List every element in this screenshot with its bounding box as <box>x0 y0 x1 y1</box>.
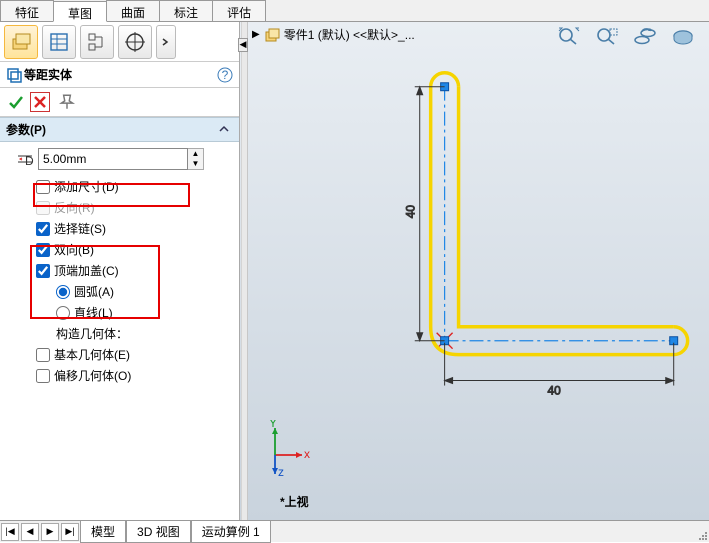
pm-confirm-row <box>0 88 239 117</box>
cancel-button[interactable] <box>30 92 50 112</box>
feature-manager-tab[interactable] <box>4 25 38 59</box>
pm-title-bar: 等距实体 ? <box>0 62 239 88</box>
pm-title: 等距实体 <box>24 66 213 83</box>
tab-scroll-next[interactable]: ▶ <box>41 523 59 541</box>
bi-directional-checkbox[interactable]: 双向(B) <box>36 239 231 260</box>
svg-text:D: D <box>25 154 34 166</box>
tab-model[interactable]: 模型 <box>80 521 126 543</box>
tab-sketch[interactable]: 草图 <box>53 1 107 22</box>
lines-radio[interactable]: 直线(L) <box>56 302 231 323</box>
panel-collapse-arrow[interactable]: ◀ <box>238 38 248 52</box>
vertical-dimension[interactable]: 40 <box>404 87 445 341</box>
tab-scroll-last[interactable]: ▶| <box>61 523 79 541</box>
svg-text:40: 40 <box>548 384 562 398</box>
resize-grip-icon[interactable] <box>695 528 709 542</box>
pushpin-icon[interactable] <box>58 93 76 111</box>
axis-x-label: x <box>304 447 310 461</box>
view-orientation-label: *上视 <box>280 493 309 510</box>
offset-distance-icon: D <box>16 152 34 166</box>
panel-splitter[interactable]: ◀ <box>241 22 248 520</box>
pm-tab-overflow[interactable] <box>156 25 176 59</box>
spinner-down[interactable]: ▼ <box>188 159 203 169</box>
bottom-tab-bar: |◀ ◀ ▶ ▶| 模型 3D 视图 运动算例 1 <box>0 520 709 542</box>
pm-tab-toolbar <box>0 22 239 62</box>
axis-z-label: z <box>278 465 284 479</box>
horizontal-dimension[interactable]: 40 <box>445 343 674 398</box>
configuration-manager-tab[interactable] <box>80 25 114 59</box>
ribbon-tabs: 特征 草图 曲面 标注 评估 <box>0 0 709 22</box>
reverse-checkbox[interactable]: 反向(R) <box>36 197 231 218</box>
tab-motion-study[interactable]: 运动算例 1 <box>191 521 271 543</box>
distance-spinner[interactable]: ▲▼ <box>188 148 204 170</box>
property-manager-panel: 等距实体 ? 参数(P) D ▲▼ 添加尺寸(D) 反向(R) 选择链(S) 双… <box>0 22 240 520</box>
arcs-radio[interactable]: 圆弧(A) <box>56 281 231 302</box>
spinner-up[interactable]: ▲ <box>188 149 203 159</box>
svg-text:40: 40 <box>404 205 418 219</box>
tab-surfaces[interactable]: 曲面 <box>106 0 160 21</box>
add-dimensions-checkbox[interactable]: 添加尺寸(D) <box>36 176 231 197</box>
centerline-path[interactable] <box>445 87 674 341</box>
tab-scroll-prev[interactable]: ◀ <box>21 523 39 541</box>
tab-annotate[interactable]: 标注 <box>159 0 213 21</box>
orientation-triad[interactable]: x Y z <box>260 420 310 480</box>
construction-geometry-label: 构造几何体： <box>56 323 231 344</box>
tab-3d-view[interactable]: 3D 视图 <box>126 521 191 543</box>
parameters-section-header[interactable]: 参数(P) <box>0 117 239 142</box>
cap-ends-checkbox[interactable]: 顶端加盖(C) <box>36 260 231 281</box>
offset-entities-icon <box>6 67 24 83</box>
tab-features[interactable]: 特征 <box>0 0 54 21</box>
tab-scroll-first[interactable]: |◀ <box>1 523 19 541</box>
dimxpert-manager-tab[interactable] <box>118 25 152 59</box>
select-chain-checkbox[interactable]: 选择链(S) <box>36 218 231 239</box>
collapse-caret-icon[interactable] <box>217 122 231 136</box>
property-manager-tab[interactable] <box>42 25 76 59</box>
ok-button[interactable] <box>6 92 26 112</box>
offset-preview <box>431 73 688 355</box>
graphics-area[interactable]: ▶ 零件1 (默认) <<默认>_... <box>240 22 709 520</box>
parameters-label: 参数(P) <box>6 123 46 137</box>
options-list: 添加尺寸(D) 反向(R) 选择链(S) 双向(B) 顶端加盖(C) 圆弧(A)… <box>36 176 231 386</box>
tab-evaluate[interactable]: 评估 <box>212 0 266 21</box>
sketch-canvas: 40 40 <box>240 22 709 520</box>
parameters-body: D ▲▼ 添加尺寸(D) 反向(R) 选择链(S) 双向(B) 顶端加盖(C) … <box>0 142 239 392</box>
offset-geometry-checkbox[interactable]: 偏移几何体(O) <box>36 365 231 386</box>
svg-text:?: ? <box>222 68 229 82</box>
axis-y-label: Y <box>269 420 277 430</box>
help-icon[interactable]: ? <box>217 67 233 83</box>
offset-distance-input[interactable] <box>38 148 188 170</box>
base-geometry-checkbox[interactable]: 基本几何体(E) <box>36 344 231 365</box>
